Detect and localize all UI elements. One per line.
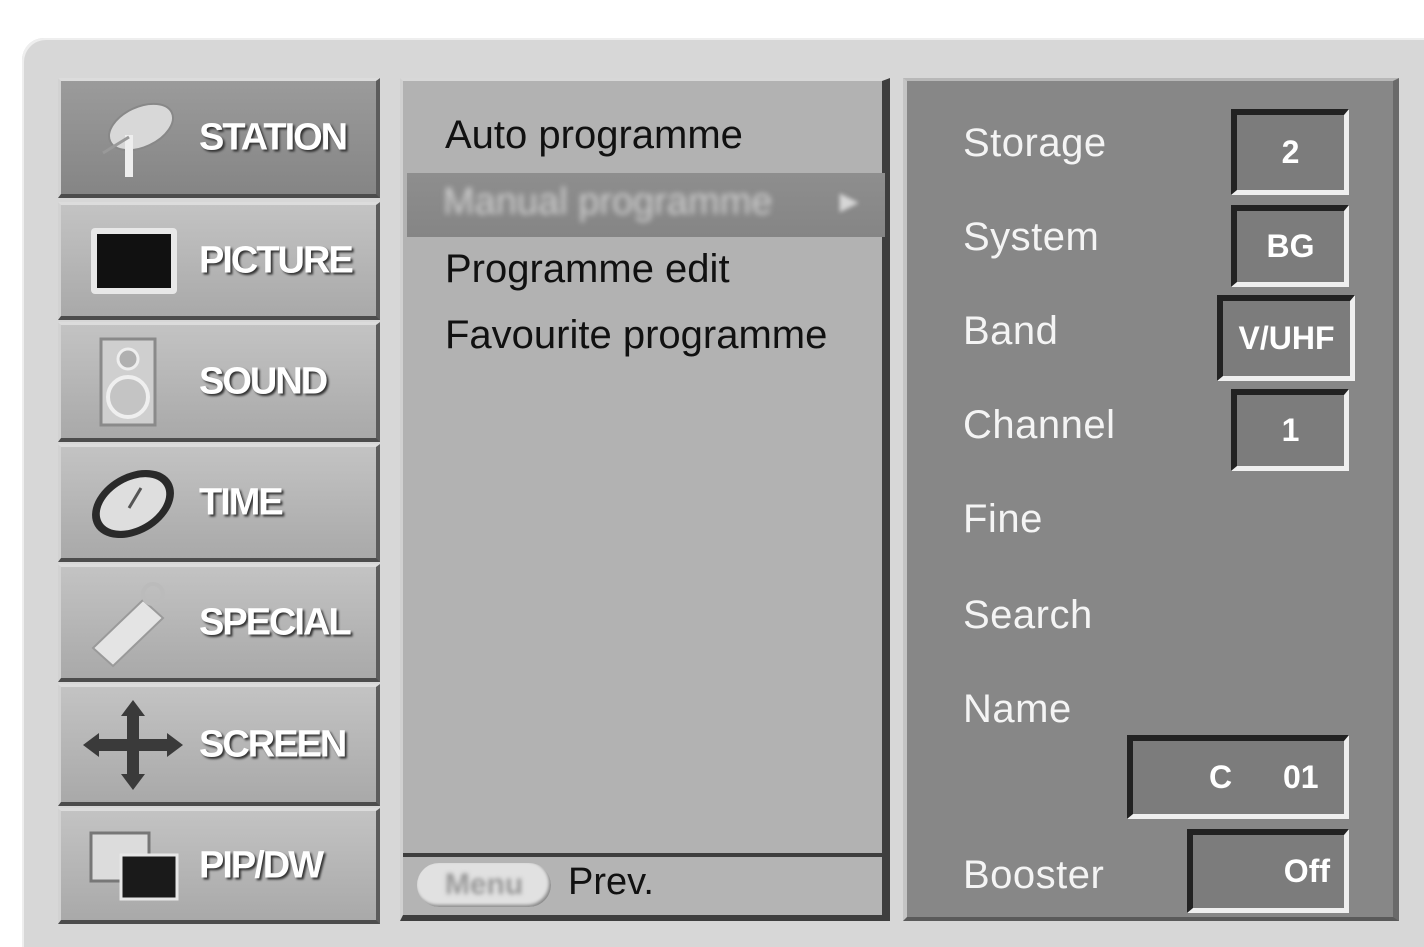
- fine-label[interactable]: Fine: [963, 497, 1043, 542]
- satellite-dish-icon: [102, 102, 174, 177]
- booster-label: Booster: [963, 853, 1105, 897]
- category-pip-dw[interactable]: PIP/DW: [58, 808, 380, 924]
- booster-value[interactable]: Off: [1187, 829, 1349, 913]
- menu-item-label: Manual programme: [443, 181, 773, 223]
- category-picture[interactable]: PICTURE: [58, 202, 380, 320]
- category-special[interactable]: SPECIAL: [58, 564, 380, 682]
- category-label: STATION: [199, 116, 348, 158]
- move-arrows-icon: [83, 699, 183, 790]
- search-label[interactable]: Search: [963, 593, 1093, 638]
- speaker-icon: [99, 337, 157, 426]
- name-number: 01: [1283, 759, 1319, 795]
- band-value[interactable]: V/UHF: [1217, 295, 1355, 381]
- category-label: PICTURE: [199, 239, 354, 281]
- category-label: SPECIAL: [199, 601, 352, 643]
- channel-label: Channel: [963, 403, 1116, 447]
- storage-label: Storage: [963, 121, 1107, 165]
- menu-item-favourite-programme[interactable]: Favourite programme: [445, 313, 827, 358]
- category-sound[interactable]: SOUND: [58, 322, 380, 442]
- prev-label: Prev.: [568, 861, 654, 903]
- system-label: System: [963, 215, 1100, 259]
- category-label: PIP/DW: [199, 844, 324, 886]
- manual-programme-panel: Storage 2 System BG Band V/UHF Channel 1…: [903, 78, 1399, 921]
- category-label: SCREEN: [199, 723, 347, 765]
- channel-value[interactable]: 1: [1231, 389, 1349, 471]
- name-prefix: C: [1209, 759, 1233, 795]
- name-value[interactable]: C 01: [1127, 735, 1349, 819]
- submenu-panel: Auto programme Manual programme ► Progra…: [400, 78, 890, 921]
- menu-item-programme-edit[interactable]: Programme edit: [445, 247, 730, 292]
- pip-windows-icon: [89, 831, 179, 900]
- category-time[interactable]: TIME: [58, 444, 380, 562]
- name-label: Name: [963, 687, 1072, 731]
- tv-screen-icon: [91, 227, 177, 294]
- category-label: TIME: [199, 481, 284, 523]
- menu-item-manual-programme[interactable]: Manual programme ►: [407, 173, 885, 237]
- clock-icon: [92, 469, 174, 538]
- menu-item-auto-programme[interactable]: Auto programme: [445, 113, 743, 158]
- menu-button-label: Menu: [444, 868, 524, 901]
- menu-button[interactable]: Menu: [417, 863, 551, 907]
- category-station[interactable]: STATION: [58, 78, 380, 198]
- system-value[interactable]: BG: [1231, 205, 1349, 287]
- band-label: Band: [963, 309, 1059, 353]
- submenu-footer: Menu Prev.: [403, 853, 882, 915]
- category-screen[interactable]: SCREEN: [58, 684, 380, 806]
- arrow-right-icon: ►: [833, 183, 865, 219]
- storage-value[interactable]: 2: [1231, 109, 1349, 195]
- tag-icon: [91, 581, 165, 667]
- category-label: SOUND: [199, 360, 328, 402]
